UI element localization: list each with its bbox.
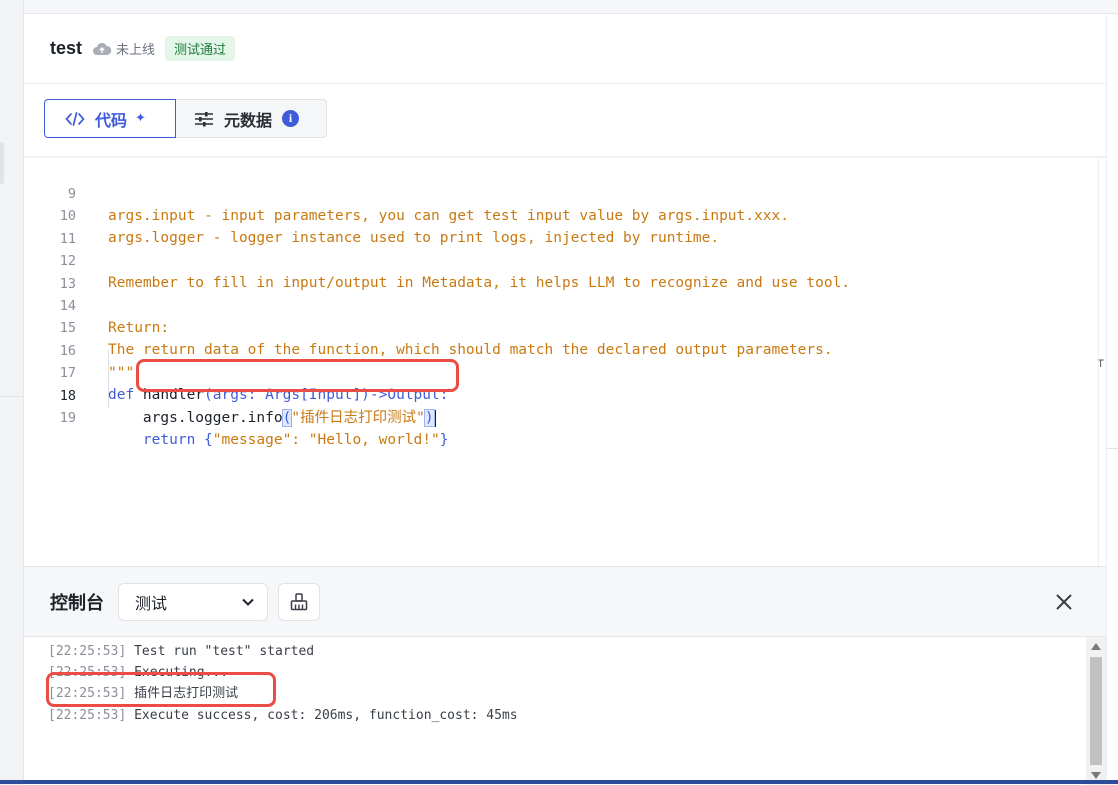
code-line: 13 — [24, 251, 1094, 292]
log-message: Test run "test" started — [126, 644, 315, 659]
dict-literal: "message": "Hello, world!" — [212, 432, 440, 448]
cloud-icon — [93, 42, 112, 55]
outer-left-rail — [0, 0, 24, 784]
console-scrollbar[interactable] — [1086, 637, 1106, 785]
paren-close: ) — [423, 409, 435, 427]
select-value: 测试 — [135, 593, 168, 613]
sparkle-icon: ✦ — [135, 111, 146, 126]
text-caret — [433, 409, 436, 427]
string-literal: "插件日志打印测试" — [291, 410, 425, 426]
code-line: 16 """ — [24, 318, 1094, 381]
gutter-divider — [1107, 448, 1118, 449]
code-line: 10 args.logger - logger instance used to… — [24, 183, 1094, 246]
right-gutter — [1106, 14, 1118, 784]
top-strip — [24, 0, 1118, 14]
tab-metadata[interactable]: 元数据 i — [176, 99, 327, 138]
scrollbar-thumb[interactable] — [1090, 657, 1102, 765]
collapse-handle[interactable] — [0, 142, 4, 184]
code-line: 11 — [24, 206, 1094, 247]
bottom-accent-bar — [0, 780, 1118, 784]
console-mode-select[interactable]: 测试 — [118, 582, 268, 621]
page-title: test — [50, 38, 83, 58]
code-line: 12 Remember to fill in input/output in M… — [24, 228, 1094, 291]
tab-code[interactable]: 代码 ✦ — [44, 99, 176, 138]
console-header: 控制台 测试 — [24, 567, 1106, 637]
editor-top-shadow — [24, 156, 1106, 159]
indent-guide — [108, 350, 109, 408]
console-panel: 控制台 测试 [22:25:53] Test run "test" starte… — [24, 566, 1106, 785]
log-timestamp: [22:25:53] — [48, 644, 127, 659]
close-console-button[interactable] — [1052, 590, 1076, 614]
log-line: [22:25:53] Test run "test" started — [48, 641, 314, 662]
tool-editor-panel: test 未上线 测试通过 代码 ✦ 元数据 i 9 args.input - … — [24, 14, 1106, 785]
sliders-icon — [194, 110, 214, 128]
keyword-return: return — [108, 432, 205, 448]
logger-call: args.logger.info — [108, 410, 283, 426]
tab-bar: 代码 ✦ 元数据 i — [44, 99, 327, 138]
close-icon — [1056, 594, 1072, 610]
tab-code-label: 代码 — [95, 110, 128, 130]
scroll-up-arrow[interactable] — [1091, 643, 1101, 650]
line-number: 19 — [59, 410, 76, 426]
code-editor[interactable]: 9 args.input - input parameters, you can… — [24, 156, 1106, 566]
status-text: 未上线 — [116, 43, 156, 58]
code-line: 15 The return data of the function, whic… — [24, 295, 1094, 358]
brace-open: { — [204, 432, 213, 448]
log-timestamp: [22:25:53] — [48, 708, 127, 723]
highlight-box-log — [46, 672, 276, 707]
code-text: return {"message": "Hello, world!"} — [108, 429, 449, 451]
tab-metadata-label: 元数据 — [224, 110, 273, 130]
code-line: 9 args.input - input parameters, you can… — [24, 161, 1094, 224]
console-output: [22:25:53] Test run "test" started [22:2… — [24, 637, 1106, 785]
console-title: 控制台 — [50, 592, 104, 614]
status-badge: 测试通过 — [165, 36, 236, 61]
brace-close: } — [439, 432, 449, 448]
code-icon — [65, 111, 85, 127]
rail-divider — [0, 396, 24, 397]
log-message: Execute success, cost: 206ms, function_c… — [126, 708, 518, 723]
highlight-box-code — [136, 359, 459, 392]
tool-header: test 未上线 测试通过 — [24, 14, 1106, 84]
chevron-down-icon — [242, 598, 254, 606]
clear-console-button[interactable] — [278, 582, 320, 621]
info-icon[interactable]: i — [282, 110, 300, 127]
code-line: 14 Return: — [24, 273, 1094, 336]
scroll-down-arrow[interactable] — [1091, 772, 1101, 779]
log-line: [22:25:53] Execute success, cost: 206ms,… — [48, 705, 518, 726]
editor-scrollbar-track[interactable] — [1098, 156, 1099, 566]
code-text: args.logger.info("插件日志打印测试") — [108, 407, 436, 429]
broom-icon — [290, 592, 308, 610]
